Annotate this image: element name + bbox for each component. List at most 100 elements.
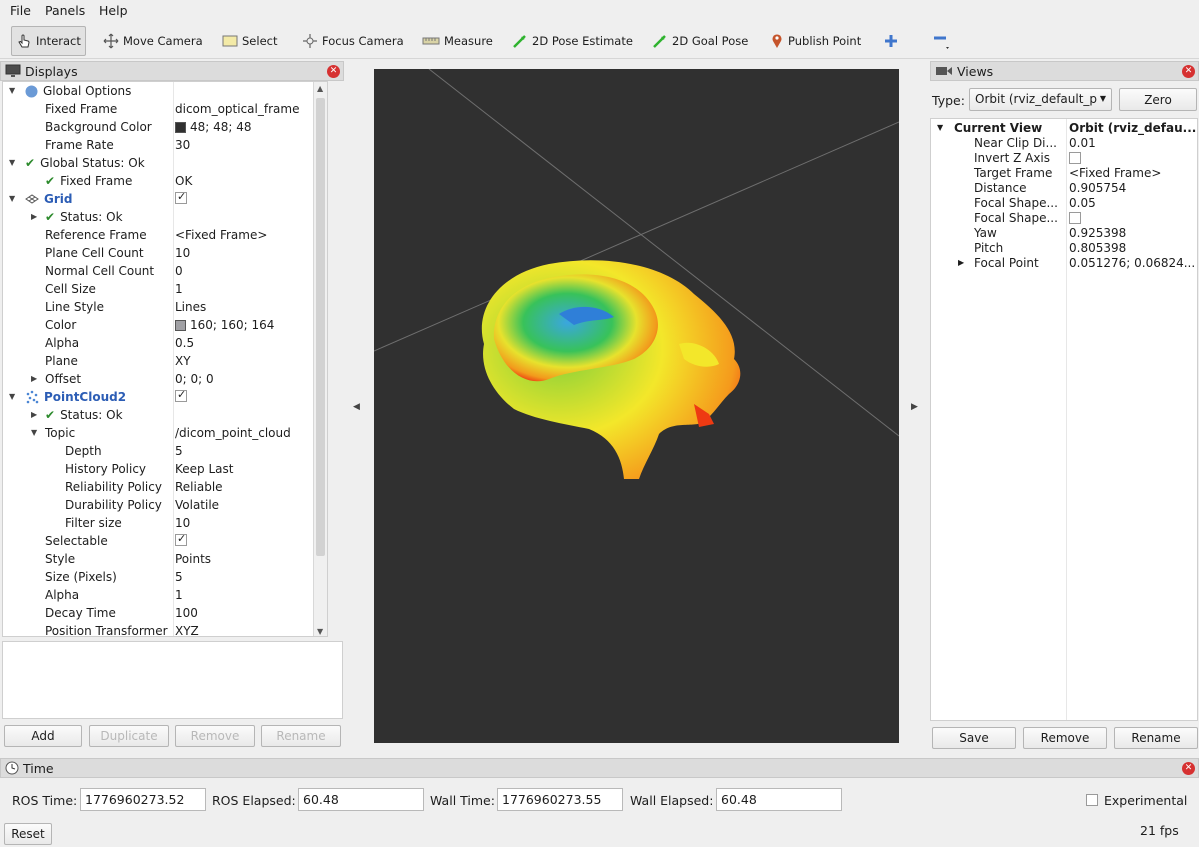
publish-point-tool-button[interactable]: Publish Point: [767, 30, 864, 52]
tree-row[interactable]: Alpha 0.5: [3, 335, 327, 353]
tree-row-pointcloud2[interactable]: ▼ PointCloud2: [3, 388, 327, 407]
value[interactable]: 5: [175, 570, 183, 584]
tree-row[interactable]: Pitch 0.805398: [931, 241, 1197, 256]
tree-row[interactable]: Selectable: [3, 532, 327, 551]
rename-view-button[interactable]: Rename: [1114, 727, 1198, 749]
value[interactable]: 30: [175, 138, 190, 152]
tree-row[interactable]: Plane Cell Count 10: [3, 245, 327, 263]
experimental-checkbox[interactable]: [1086, 794, 1098, 806]
tree-row[interactable]: Distance 0.905754: [931, 181, 1197, 196]
menu-panels[interactable]: Panels: [45, 3, 85, 18]
value[interactable]: dicom_optical_frame: [175, 102, 299, 116]
expand-down-icon[interactable]: ▼: [31, 428, 39, 438]
view-type-dropdown[interactable]: Orbit (rviz_default_p ▼: [969, 88, 1112, 111]
value[interactable]: XYZ: [175, 624, 199, 636]
value[interactable]: 0: [175, 264, 183, 278]
tree-row-grid[interactable]: ▼ Grid: [3, 190, 327, 209]
zero-button[interactable]: Zero: [1119, 88, 1197, 111]
value[interactable]: Lines: [175, 300, 206, 314]
value[interactable]: Points: [175, 552, 211, 566]
tree-row[interactable]: Plane XY: [3, 353, 327, 371]
value[interactable]: <Fixed Frame>: [1069, 166, 1161, 180]
remove-display-button[interactable]: Remove: [175, 725, 255, 747]
tree-row[interactable]: Normal Cell Count 0: [3, 263, 327, 281]
value[interactable]: 0; 0; 0: [175, 372, 214, 386]
value[interactable]: 0.051276; 0.06824...: [1069, 256, 1195, 270]
tree-row[interactable]: Frame Rate 30: [3, 137, 327, 155]
tree-row[interactable]: ▶ Offset 0; 0; 0: [3, 371, 327, 389]
reset-button[interactable]: Reset: [4, 823, 52, 845]
pose-estimate-tool-button[interactable]: 2D Pose Estimate: [509, 30, 636, 52]
tree-row[interactable]: Style Points: [3, 551, 327, 569]
tree-row[interactable]: ▼ Topic /dicom_point_cloud: [3, 425, 327, 443]
tree-row[interactable]: Background Color 48; 48; 48: [3, 119, 327, 137]
tree-row[interactable]: Cell Size 1: [3, 281, 327, 299]
value[interactable]: 0.905754: [1069, 181, 1126, 195]
menu-help[interactable]: Help: [99, 3, 128, 18]
value[interactable]: 0.5: [175, 336, 194, 350]
value[interactable]: 1: [175, 282, 183, 296]
ros-time-field[interactable]: 1776960273.52: [80, 788, 206, 811]
value[interactable]: Volatile: [175, 498, 219, 512]
remove-view-button[interactable]: Remove: [1023, 727, 1107, 749]
value[interactable]: Keep Last: [175, 462, 233, 476]
add-display-button[interactable]: Add: [4, 725, 82, 747]
expand-right-icon[interactable]: ▶: [31, 374, 39, 384]
tree-row[interactable]: Reference Frame <Fixed Frame>: [3, 227, 327, 245]
focal-shape-checkbox[interactable]: [1069, 212, 1081, 224]
selectable-checkbox[interactable]: [175, 532, 187, 546]
value[interactable]: 0.05: [1069, 196, 1096, 210]
render-viewport[interactable]: [374, 69, 899, 743]
value[interactable]: Reliable: [175, 480, 223, 494]
expand-right-icon[interactable]: ▶: [31, 212, 39, 222]
scroll-down-icon[interactable]: ▼: [317, 627, 323, 636]
tree-row[interactable]: ✔ Fixed Frame OK: [3, 173, 327, 191]
scroll-thumb[interactable]: [316, 98, 325, 556]
add-tool-button[interactable]: [881, 30, 901, 52]
value[interactable]: 0.925398: [1069, 226, 1126, 240]
tree-row[interactable]: Reliability Policy Reliable: [3, 479, 327, 497]
tree-row[interactable]: History Policy Keep Last: [3, 461, 327, 479]
tree-row[interactable]: Yaw 0.925398: [931, 226, 1197, 241]
move-camera-tool-button[interactable]: Move Camera: [100, 30, 206, 52]
interact-tool-button[interactable]: Interact: [11, 26, 86, 56]
value[interactable]: 0.01: [1069, 136, 1096, 150]
wall-time-field[interactable]: 1776960273.55: [497, 788, 623, 811]
tree-row-global-status[interactable]: ▼ ✔ Global Status: Ok: [3, 155, 327, 173]
expand-down-icon[interactable]: ▼: [9, 86, 17, 96]
expand-down-icon[interactable]: ▼: [9, 158, 17, 168]
focus-camera-tool-button[interactable]: Focus Camera: [299, 30, 407, 52]
value[interactable]: XY: [175, 354, 191, 368]
collapse-left-icon[interactable]: ◀: [353, 402, 360, 412]
expand-down-icon[interactable]: ▼: [9, 392, 17, 402]
tree-row-global-options[interactable]: ▼ Global Options: [3, 83, 327, 101]
ros-elapsed-field[interactable]: 60.48: [298, 788, 424, 811]
rename-display-button[interactable]: Rename: [261, 725, 341, 747]
value[interactable]: 0.805398: [1069, 241, 1126, 255]
wall-elapsed-field[interactable]: 60.48: [716, 788, 842, 811]
select-tool-button[interactable]: Select: [219, 30, 280, 52]
value[interactable]: 10: [175, 516, 190, 530]
tree-row[interactable]: Focal Shape... 0.05: [931, 196, 1197, 211]
invert-z-checkbox[interactable]: [1069, 152, 1081, 164]
tree-row[interactable]: Alpha 1: [3, 587, 327, 605]
expand-right-icon[interactable]: ▶: [958, 258, 964, 267]
close-icon[interactable]: ✕: [327, 65, 340, 78]
vertical-scrollbar[interactable]: ▲ ▼: [313, 82, 327, 636]
scroll-up-icon[interactable]: ▲: [317, 84, 323, 93]
tree-row[interactable]: Position Transformer XYZ: [3, 623, 327, 636]
tree-row[interactable]: Target Frame <Fixed Frame>: [931, 166, 1197, 181]
collapse-right-icon[interactable]: ▶: [911, 402, 918, 412]
value[interactable]: <Fixed Frame>: [175, 228, 267, 242]
goal-pose-tool-button[interactable]: 2D Goal Pose: [649, 30, 751, 52]
close-icon[interactable]: ✕: [1182, 65, 1195, 78]
tree-row[interactable]: Focal Shape...: [931, 211, 1197, 226]
tree-row[interactable]: Size (Pixels) 5: [3, 569, 327, 587]
pointcloud-enabled-checkbox[interactable]: [175, 388, 187, 402]
tree-row[interactable]: ▶ Focal Point 0.051276; 0.06824...: [931, 256, 1197, 271]
measure-tool-button[interactable]: Measure: [419, 30, 496, 52]
tree-row[interactable]: ▶ ✔ Status: Ok: [3, 407, 327, 425]
value[interactable]: 100: [175, 606, 198, 620]
duplicate-display-button[interactable]: Duplicate: [89, 725, 169, 747]
expand-down-icon[interactable]: ▼: [937, 123, 943, 132]
